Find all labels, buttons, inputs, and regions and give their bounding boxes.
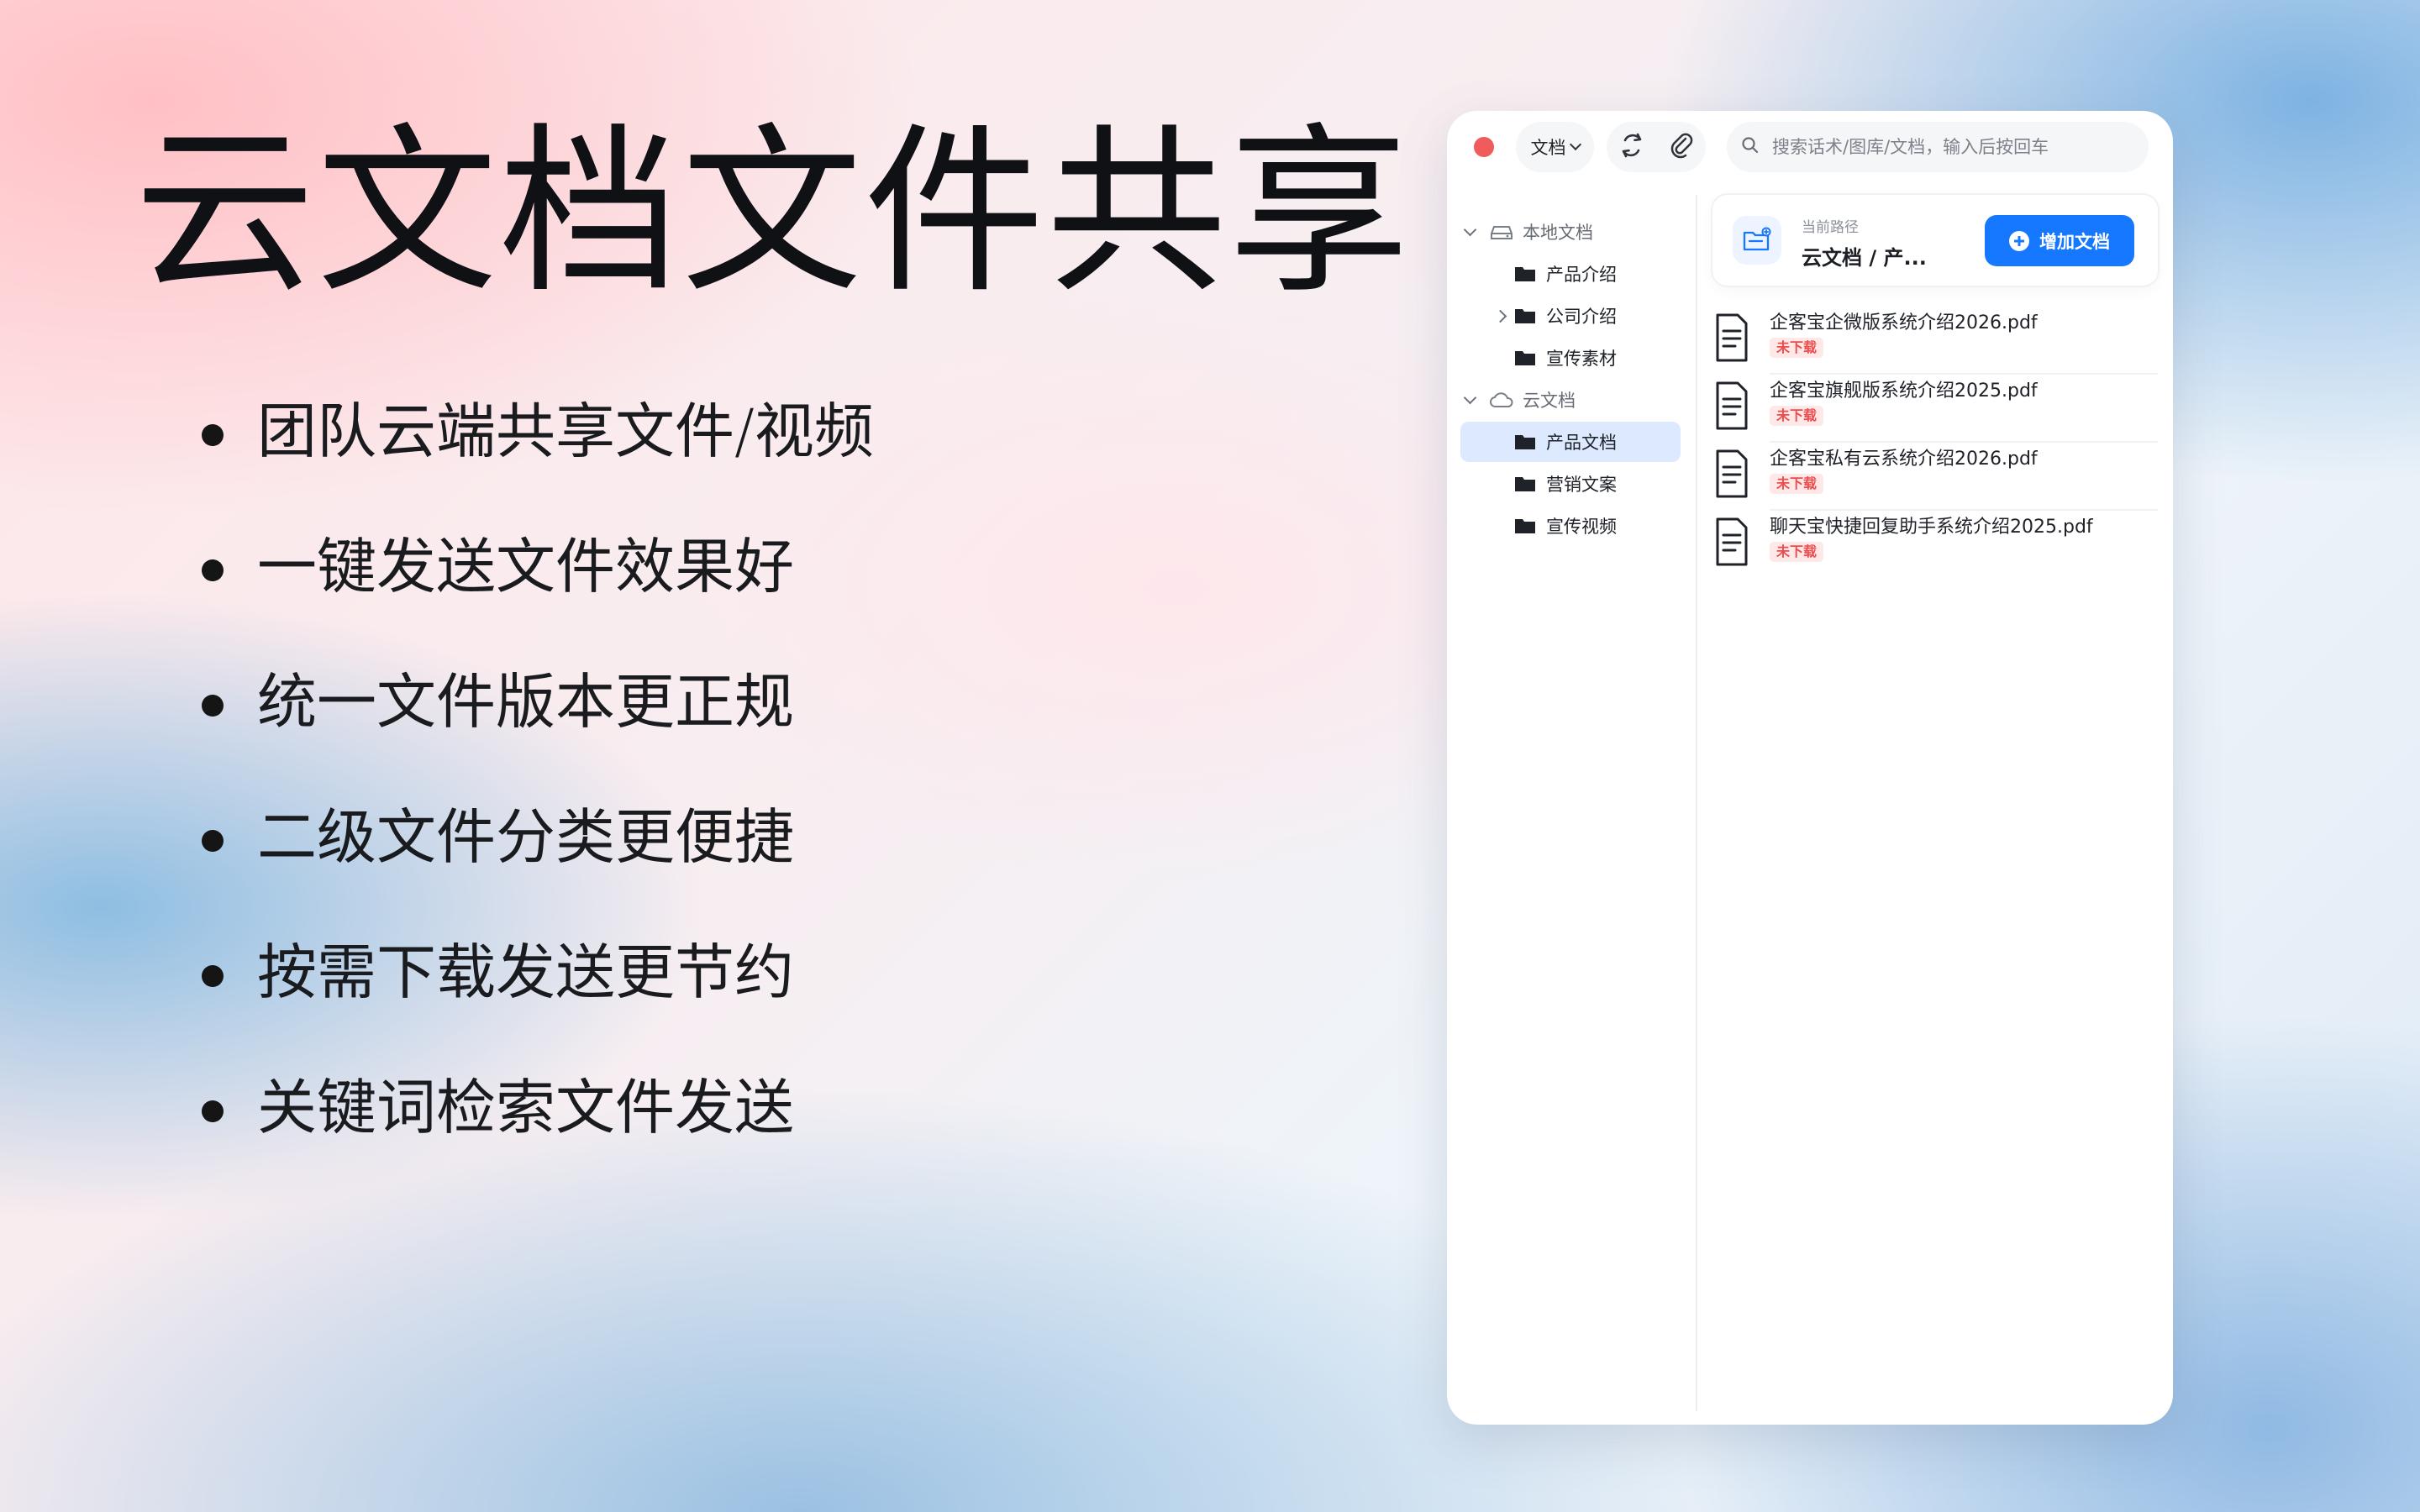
toolbar: 文档 [1447, 111, 2173, 183]
close-window-button[interactable] [1474, 137, 1494, 157]
bullet-dot [202, 1100, 224, 1122]
document-name: 聊天宝快捷回复助手系统介绍2025.pdf [1770, 517, 2093, 538]
plus-circle-icon [2009, 230, 2029, 251]
sidebar-item-label: 营销文案 [1546, 475, 1617, 495]
bullet-dot [202, 830, 224, 852]
path-caption: 当前路径 [1802, 219, 1859, 236]
folder-icon [1512, 473, 1538, 495]
bullet-dot [202, 695, 224, 717]
sidebar-group-local-docs[interactable]: 本地文档 [1462, 212, 1681, 252]
folder-icon [1512, 305, 1538, 327]
feature-item: 团队云端共享文件/视频 [202, 395, 874, 530]
chevron-down-icon [1569, 138, 1581, 151]
folder-icon [1512, 347, 1538, 369]
sidebar-item-marketing-copy[interactable]: 营销文案 [1460, 464, 1681, 504]
feature-item: 一键发送文件效果好 [202, 530, 874, 665]
row-divider [1770, 373, 2158, 375]
document-row[interactable]: 企客宝企微版系统介绍2026.pdf 未下载 [1712, 307, 2158, 375]
row-divider [1770, 509, 2158, 511]
sidebar-item-product-docs[interactable]: 产品文档 [1460, 422, 1681, 462]
paperclip-icon [1667, 131, 1696, 163]
refresh-button[interactable] [1607, 122, 1656, 172]
bullet-dot [202, 559, 224, 581]
feature-text: 关键词检索文件发送 [257, 1073, 795, 1142]
chevron-right-icon [1493, 308, 1509, 323]
cloud-icon [1489, 389, 1514, 411]
feature-text: 一键发送文件效果好 [257, 532, 795, 601]
sidebar-item-promo-materials[interactable]: 宣传素材 [1460, 338, 1681, 378]
folder-path-icon [1733, 216, 1781, 265]
folder-icon [1512, 263, 1538, 285]
feature-text: 按需下载发送更节约 [257, 937, 795, 1007]
sidebar-tree: 本地文档 产品介绍 公司介绍 宣传素材 云文档 产品文档 营销文案 宣传视频 [1447, 195, 1697, 1411]
document-name: 企客宝旗舰版系统介绍2025.pdf [1770, 381, 2038, 402]
chevron-down-icon [1462, 223, 1477, 239]
bullet-dot [202, 424, 224, 446]
add-document-label: 增加文档 [2039, 231, 2110, 252]
document-name: 企客宝私有云系统介绍2026.pdf [1770, 449, 2038, 470]
document-type-label: 文档 [1530, 138, 1566, 158]
toolbar-icon-group [1607, 122, 1706, 172]
feature-text: 统一文件版本更正规 [257, 667, 795, 737]
search-input[interactable] [1770, 136, 2135, 158]
feature-list: 团队云端共享文件/视频 一键发送文件效果好 统一文件版本更正规 二级文件分类更便… [202, 395, 874, 1206]
feature-item: 二级文件分类更便捷 [202, 801, 874, 936]
document-icon [1712, 381, 1751, 431]
feature-text: 团队云端共享文件/视频 [257, 396, 874, 466]
document-icon [1712, 449, 1751, 499]
feature-item: 关键词检索文件发送 [202, 1071, 874, 1206]
document-icon [1712, 517, 1751, 567]
sidebar-group-label: 本地文档 [1523, 223, 1593, 243]
sidebar-item-label: 宣传视频 [1546, 517, 1617, 537]
document-row[interactable]: 企客宝旗舰版系统介绍2025.pdf 未下载 [1712, 375, 2158, 443]
search-icon [1740, 135, 1760, 159]
sidebar-item-product-intro[interactable]: 产品介绍 [1460, 254, 1681, 294]
sidebar-item-label: 公司介绍 [1546, 307, 1617, 327]
sidebar-item-label: 产品介绍 [1546, 265, 1617, 285]
document-name: 企客宝企微版系统介绍2026.pdf [1770, 312, 2038, 333]
document-app-window: 文档 搜索话术/图库/文档，输入后按回车 本地文档 产品介绍 公司介绍 宣传素材… [1447, 111, 2173, 1425]
document-type-dropdown[interactable]: 文档 [1516, 122, 1594, 172]
current-path-card: 当前路径 云文档 / 产... 增加文档 [1712, 195, 2158, 286]
search-box[interactable] [1727, 122, 2149, 172]
feature-text: 二级文件分类更便捷 [257, 802, 795, 872]
chevron-down-icon [1462, 391, 1477, 407]
refresh-icon [1618, 131, 1646, 163]
download-status-badge: 未下载 [1770, 406, 1824, 426]
add-document-button[interactable]: 增加文档 [1985, 215, 2134, 266]
sidebar-item-promo-videos[interactable]: 宣传视频 [1460, 506, 1681, 546]
document-row[interactable]: 聊天宝快捷回复助手系统介绍2025.pdf 未下载 [1712, 512, 2158, 579]
download-status-badge: 未下载 [1770, 542, 1824, 562]
feature-item: 按需下载发送更节约 [202, 936, 874, 1071]
sidebar-group-cloud-docs[interactable]: 云文档 [1462, 380, 1681, 420]
feature-item: 统一文件版本更正规 [202, 665, 874, 801]
download-status-badge: 未下载 [1770, 474, 1824, 494]
drive-icon [1489, 221, 1514, 243]
bullet-dot [202, 965, 224, 987]
sidebar-item-company-intro[interactable]: 公司介绍 [1460, 296, 1681, 336]
folder-icon [1512, 431, 1538, 453]
hero-title: 云文档文件共享 [134, 107, 1411, 318]
sidebar-group-label: 云文档 [1523, 391, 1576, 411]
sidebar-item-label: 宣传素材 [1546, 349, 1617, 369]
folder-icon [1512, 515, 1538, 537]
document-icon [1712, 312, 1751, 363]
document-pane: 当前路径 云文档 / 产... 增加文档 企客宝企微版系统介绍2026.pdf … [1697, 195, 2173, 1411]
row-divider [1770, 441, 2158, 443]
current-path-value: 云文档 / 产... [1802, 246, 1927, 270]
attachment-button[interactable] [1656, 122, 1706, 172]
sidebar-item-label: 产品文档 [1546, 433, 1617, 453]
download-status-badge: 未下载 [1770, 338, 1824, 358]
document-row[interactable]: 企客宝私有云系统介绍2026.pdf 未下载 [1712, 444, 2158, 511]
